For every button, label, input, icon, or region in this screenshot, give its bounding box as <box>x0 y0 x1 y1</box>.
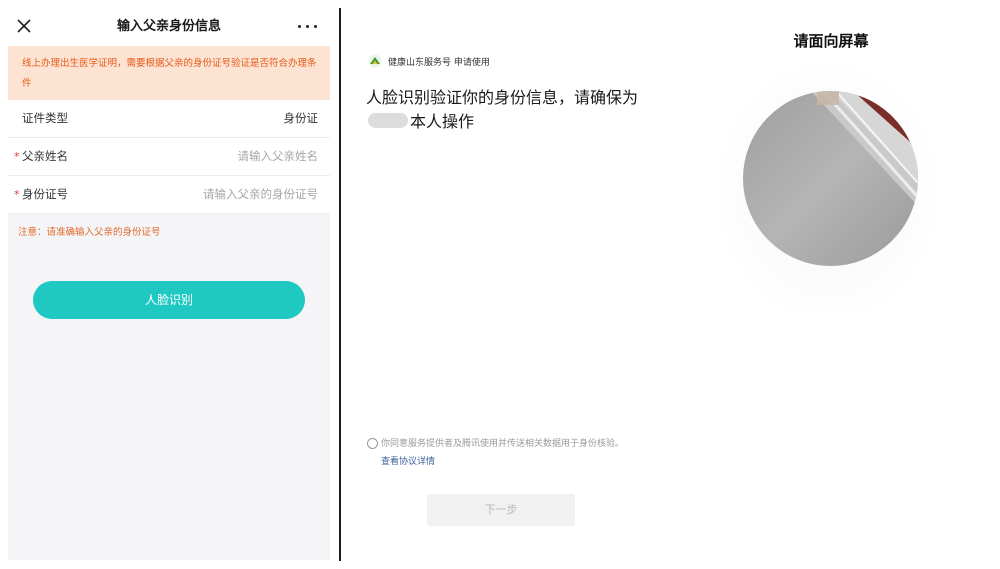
notice-text: 线上办理出生医学证明，需要根据父亲的身份证号验证是否符合办理条件 <box>22 58 317 89</box>
id-number-row: * 身份证号 <box>8 176 330 214</box>
father-name-row: * 父亲姓名 <box>8 138 330 176</box>
face-recognition-button[interactable]: 人脸识别 <box>33 281 305 319</box>
id-number-input[interactable] <box>148 182 318 206</box>
service-name: 健康山东服务号 申请使用 <box>388 58 490 68</box>
warning-note: 注意：请准确输入父亲的身份证号 <box>18 227 161 238</box>
face-camera-screen: 请面向屏幕 <box>662 0 1000 569</box>
verify-instruction: 人脸识别验证你的身份信息，请确保为本人操作 <box>366 86 656 134</box>
service-logo-icon <box>368 54 382 68</box>
consent-text: 你同意服务提供者及腾讯使用并传送相关数据用于身份核验。查看协议详情 <box>381 435 631 471</box>
consent-radio[interactable] <box>367 438 378 449</box>
instruction-start: 人脸识别验证你的身份信息，请确保为 <box>366 88 639 107</box>
id-number-label: 身份证号 <box>22 187 68 201</box>
consent-statement: 你同意服务提供者及腾讯使用并传送相关数据用于身份核验。 <box>381 439 625 449</box>
top-bar: 输入父亲身份信息 <box>8 8 330 46</box>
father-info-form-screen: 输入父亲身份信息 线上办理出生医学证明，需要根据父亲的身份证号验证是否符合办理条… <box>8 8 330 560</box>
camera-title: 请面向屏幕 <box>793 32 869 50</box>
required-mark: * <box>14 188 20 201</box>
redacted-name <box>368 113 408 128</box>
face-verify-intro-screen: 健康山东服务号 申请使用 人脸识别验证你的身份信息，请确保为本人操作 你同意服务… <box>342 0 662 569</box>
notice-banner: 线上办理出生医学证明，需要根据父亲的身份证号验证是否符合办理条件 <box>8 46 330 100</box>
id-type-value: 身份证 <box>283 111 319 125</box>
instruction-end: 本人操作 <box>410 112 475 131</box>
more-icon[interactable] <box>296 17 320 35</box>
next-step-button[interactable]: 下一步 <box>427 494 575 526</box>
father-name-label: 父亲姓名 <box>22 149 68 163</box>
panel-divider <box>339 8 341 561</box>
page-title: 输入父亲身份信息 <box>116 19 221 34</box>
camera-preview <box>743 91 918 266</box>
id-type-label: 证件类型 <box>22 111 68 125</box>
required-mark: * <box>14 150 20 163</box>
camera-feed-image <box>743 91 918 266</box>
id-type-row[interactable]: 证件类型 身份证 <box>8 100 330 138</box>
agreement-link[interactable]: 查看协议详情 <box>381 457 435 467</box>
father-name-input[interactable] <box>148 144 318 168</box>
